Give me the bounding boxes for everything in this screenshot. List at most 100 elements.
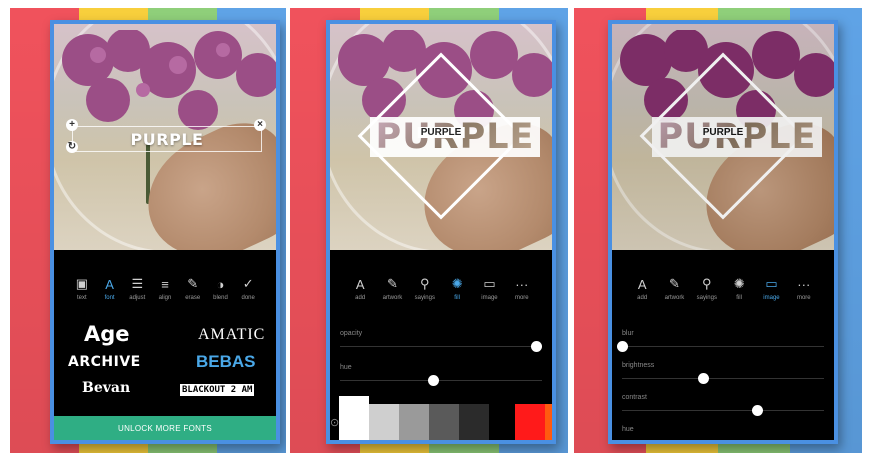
color-swatch[interactable]: [515, 404, 546, 440]
tool-label: done: [241, 295, 255, 301]
tool-done[interactable]: ✓ done: [234, 276, 262, 312]
editor-toolbar: ▣ text Afont ☰ adjust ≡ align ✎ erase ◑ blend ✓ done: [54, 276, 276, 312]
slider-track[interactable]: [622, 378, 824, 379]
slider-hue[interactable]: hue: [622, 426, 824, 433]
tool-add[interactable]: Aadd: [346, 276, 374, 312]
slider-hue[interactable]: hue: [340, 364, 542, 386]
more-icon: ···: [797, 276, 811, 292]
tool-label: font: [104, 295, 115, 301]
color-swatch[interactable]: [339, 396, 370, 440]
font-option-blackout[interactable]: BLACKOUT 2 AM: [180, 384, 255, 396]
tool-artwork[interactable]: ✎ artwork: [660, 276, 688, 312]
font-list: Age AMATIC ARCHIVE BEBAS Bevan BLACKOUT …: [54, 320, 276, 416]
eraser-icon: ✎: [187, 276, 199, 291]
color-swatch[interactable]: [429, 404, 460, 440]
tool-sayings[interactable]: ⚲ sayings: [693, 276, 721, 312]
add-handle-icon[interactable]: +: [66, 119, 78, 131]
tool-artwork[interactable]: ✎ artwork: [378, 276, 406, 312]
editor-toolbar: Aadd ✎ artwork ⚲ sayings ✺ fill ▭ image ··· more: [612, 276, 834, 312]
tool-more[interactable]: ··· more: [508, 276, 536, 312]
tool-image[interactable]: ▭ image: [475, 276, 503, 312]
slider-knob[interactable]: [752, 405, 764, 416]
slider-track[interactable]: [340, 380, 542, 381]
check-icon: ✓: [242, 276, 254, 291]
phone-screen: PURPLE PURPLE Aadd ✎ artwork ⚲ sayings ✺ fill ▭…: [326, 20, 556, 444]
color-swatch[interactable]: [399, 404, 430, 440]
slider-track[interactable]: [622, 442, 824, 443]
tool-label: fill: [736, 295, 742, 301]
tool-label: text: [77, 295, 87, 301]
tool-label: add: [637, 295, 648, 301]
color-swatch[interactable]: [545, 404, 552, 440]
photo-canvas[interactable]: PURPLE PURPLE: [612, 24, 834, 250]
tool-image[interactable]: ▭ image: [757, 276, 785, 312]
color-swatch[interactable]: [459, 404, 490, 440]
color-swatch[interactable]: [489, 404, 516, 440]
small-text: PURPLE: [417, 127, 465, 138]
slider-knob[interactable]: [530, 341, 542, 352]
tool-label: artwork: [382, 295, 403, 301]
image-icon: ▭: [483, 276, 496, 291]
magic-wand-icon: ⚲: [420, 276, 430, 291]
tool-fill[interactable]: ✺ fill: [725, 276, 753, 312]
sliders-icon: ☰: [131, 276, 144, 291]
slider-track[interactable]: [622, 410, 824, 411]
font-option-amatic[interactable]: AMATIC: [198, 326, 265, 344]
color-swatch[interactable]: [369, 404, 400, 440]
tool-sayings[interactable]: ⚲ sayings: [411, 276, 439, 312]
close-handle-icon[interactable]: ×: [254, 119, 266, 131]
tool-add[interactable]: Aadd: [628, 276, 656, 312]
tool-label: image: [763, 295, 780, 301]
slider-label: hue: [622, 426, 634, 433]
tool-label: sayings: [414, 295, 435, 301]
image-icon: ▭: [765, 276, 778, 291]
font-option-age[interactable]: Age: [84, 322, 130, 346]
tool-more[interactable]: ··· more: [790, 276, 818, 312]
tool-align[interactable]: ≡ align: [151, 276, 179, 312]
tool-label: align: [158, 295, 172, 301]
pen-icon: ✎: [387, 276, 398, 291]
slider-knob[interactable]: [617, 341, 628, 352]
photo-canvas[interactable]: PURPLE PURPLE: [330, 24, 552, 250]
slider-contrast[interactable]: contrast: [622, 394, 824, 416]
screenshot-panel-fonts: PURPLE + ↻ × ▣ text Afont ☰ adjust ≡ align ✎ era…: [10, 8, 286, 453]
small-text: PURPLE: [699, 127, 747, 138]
font-icon: A: [637, 276, 647, 292]
phone-screen: PURPLE PURPLE Aadd ✎ artwork ⚲ sayings ✺ fill ▭…: [608, 20, 838, 444]
slider-label: opacity: [340, 330, 363, 337]
tool-erase[interactable]: ✎ erase: [179, 276, 207, 312]
slider-knob[interactable]: [697, 373, 709, 384]
more-icon: ···: [515, 276, 529, 292]
font-option-bebas[interactable]: BEBAS: [196, 352, 256, 372]
palette-icon[interactable]: ⊙: [330, 404, 339, 440]
tool-adjust[interactable]: ☰ adjust: [123, 276, 151, 312]
slider-track[interactable]: [340, 346, 542, 347]
font-option-bevan[interactable]: Bevan: [82, 380, 130, 396]
slider-opacity[interactable]: opacity: [340, 330, 542, 352]
font-icon: A: [105, 276, 114, 292]
font-option-archive[interactable]: ARCHIVE: [68, 354, 141, 370]
slider-brightness[interactable]: brightness: [622, 362, 824, 384]
tool-label: sayings: [696, 295, 717, 301]
slider-blur[interactable]: blur: [617, 330, 824, 352]
pen-icon: ✎: [669, 276, 680, 291]
color-swatches: ⊙: [330, 396, 552, 440]
photo-canvas[interactable]: PURPLE + ↻ ×: [54, 24, 276, 250]
tool-text[interactable]: ▣ text: [68, 276, 96, 312]
fill-icon: ✺: [451, 276, 463, 291]
rotate-handle-icon[interactable]: ↻: [66, 141, 78, 153]
slider-track[interactable]: [622, 346, 824, 347]
tool-font[interactable]: Afont: [96, 276, 124, 312]
screenshot-panel-image: PURPLE PURPLE Aadd ✎ artwork ⚲ sayings ✺ fill ▭…: [574, 8, 862, 453]
tool-fill[interactable]: ✺ fill: [443, 276, 471, 312]
tool-label: fill: [454, 295, 460, 301]
screenshot-panel-fill: PURPLE PURPLE Aadd ✎ artwork ⚲ sayings ✺ fill ▭…: [290, 8, 568, 453]
overlay-text: PURPLE: [130, 129, 204, 149]
text-overlay-box[interactable]: PURPLE: [72, 126, 262, 152]
slider-knob[interactable]: [427, 375, 439, 386]
tool-blend[interactable]: ◑ blend: [207, 276, 235, 312]
unlock-fonts-button[interactable]: UNLOCK MORE FONTS: [54, 416, 276, 440]
slider-label: contrast: [622, 394, 647, 401]
magic-wand-icon: ⚲: [702, 276, 712, 291]
slider-label: brightness: [622, 362, 655, 369]
